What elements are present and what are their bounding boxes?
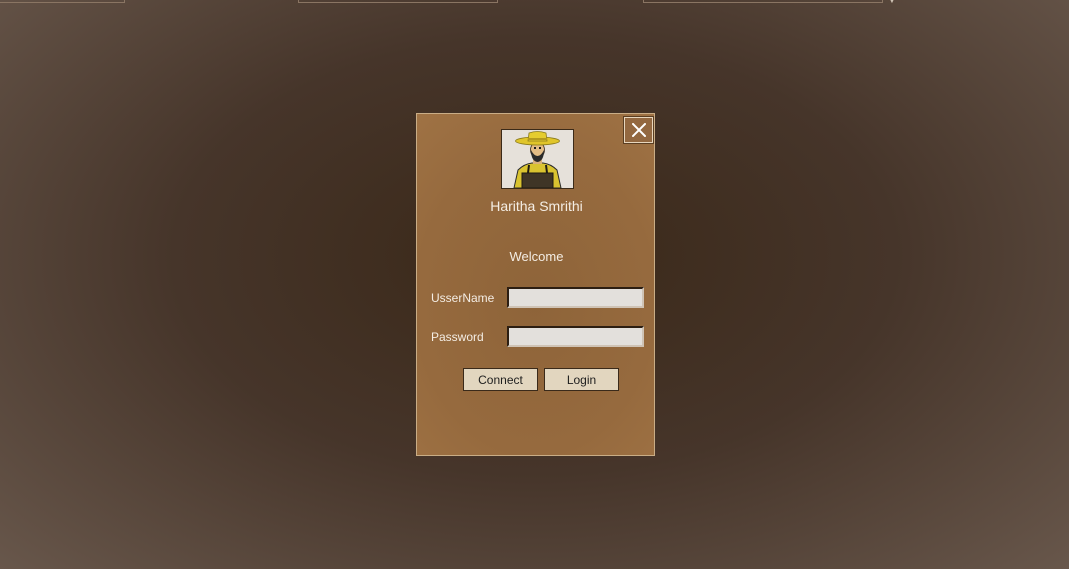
background-dropdown — [643, 0, 883, 3]
welcome-text: Welcome — [509, 249, 564, 264]
background-field-1 — [0, 0, 125, 3]
app-title: Haritha Smrithi — [490, 198, 583, 214]
chevron-down-icon: ▼ — [888, 0, 896, 5]
username-label: UsserName — [431, 291, 495, 305]
close-icon — [631, 123, 646, 137]
password-label: Password — [431, 330, 484, 344]
password-input[interactable] — [507, 326, 644, 347]
login-button[interactable]: Login — [544, 368, 619, 391]
login-dialog: Haritha Smrithi Welcome UsserName Passwo… — [416, 113, 655, 456]
close-button[interactable] — [623, 116, 654, 144]
connect-button[interactable]: Connect — [463, 368, 538, 391]
farmer-avatar-icon — [501, 129, 574, 189]
background-field-2 — [298, 0, 498, 3]
username-input[interactable] — [507, 287, 644, 308]
